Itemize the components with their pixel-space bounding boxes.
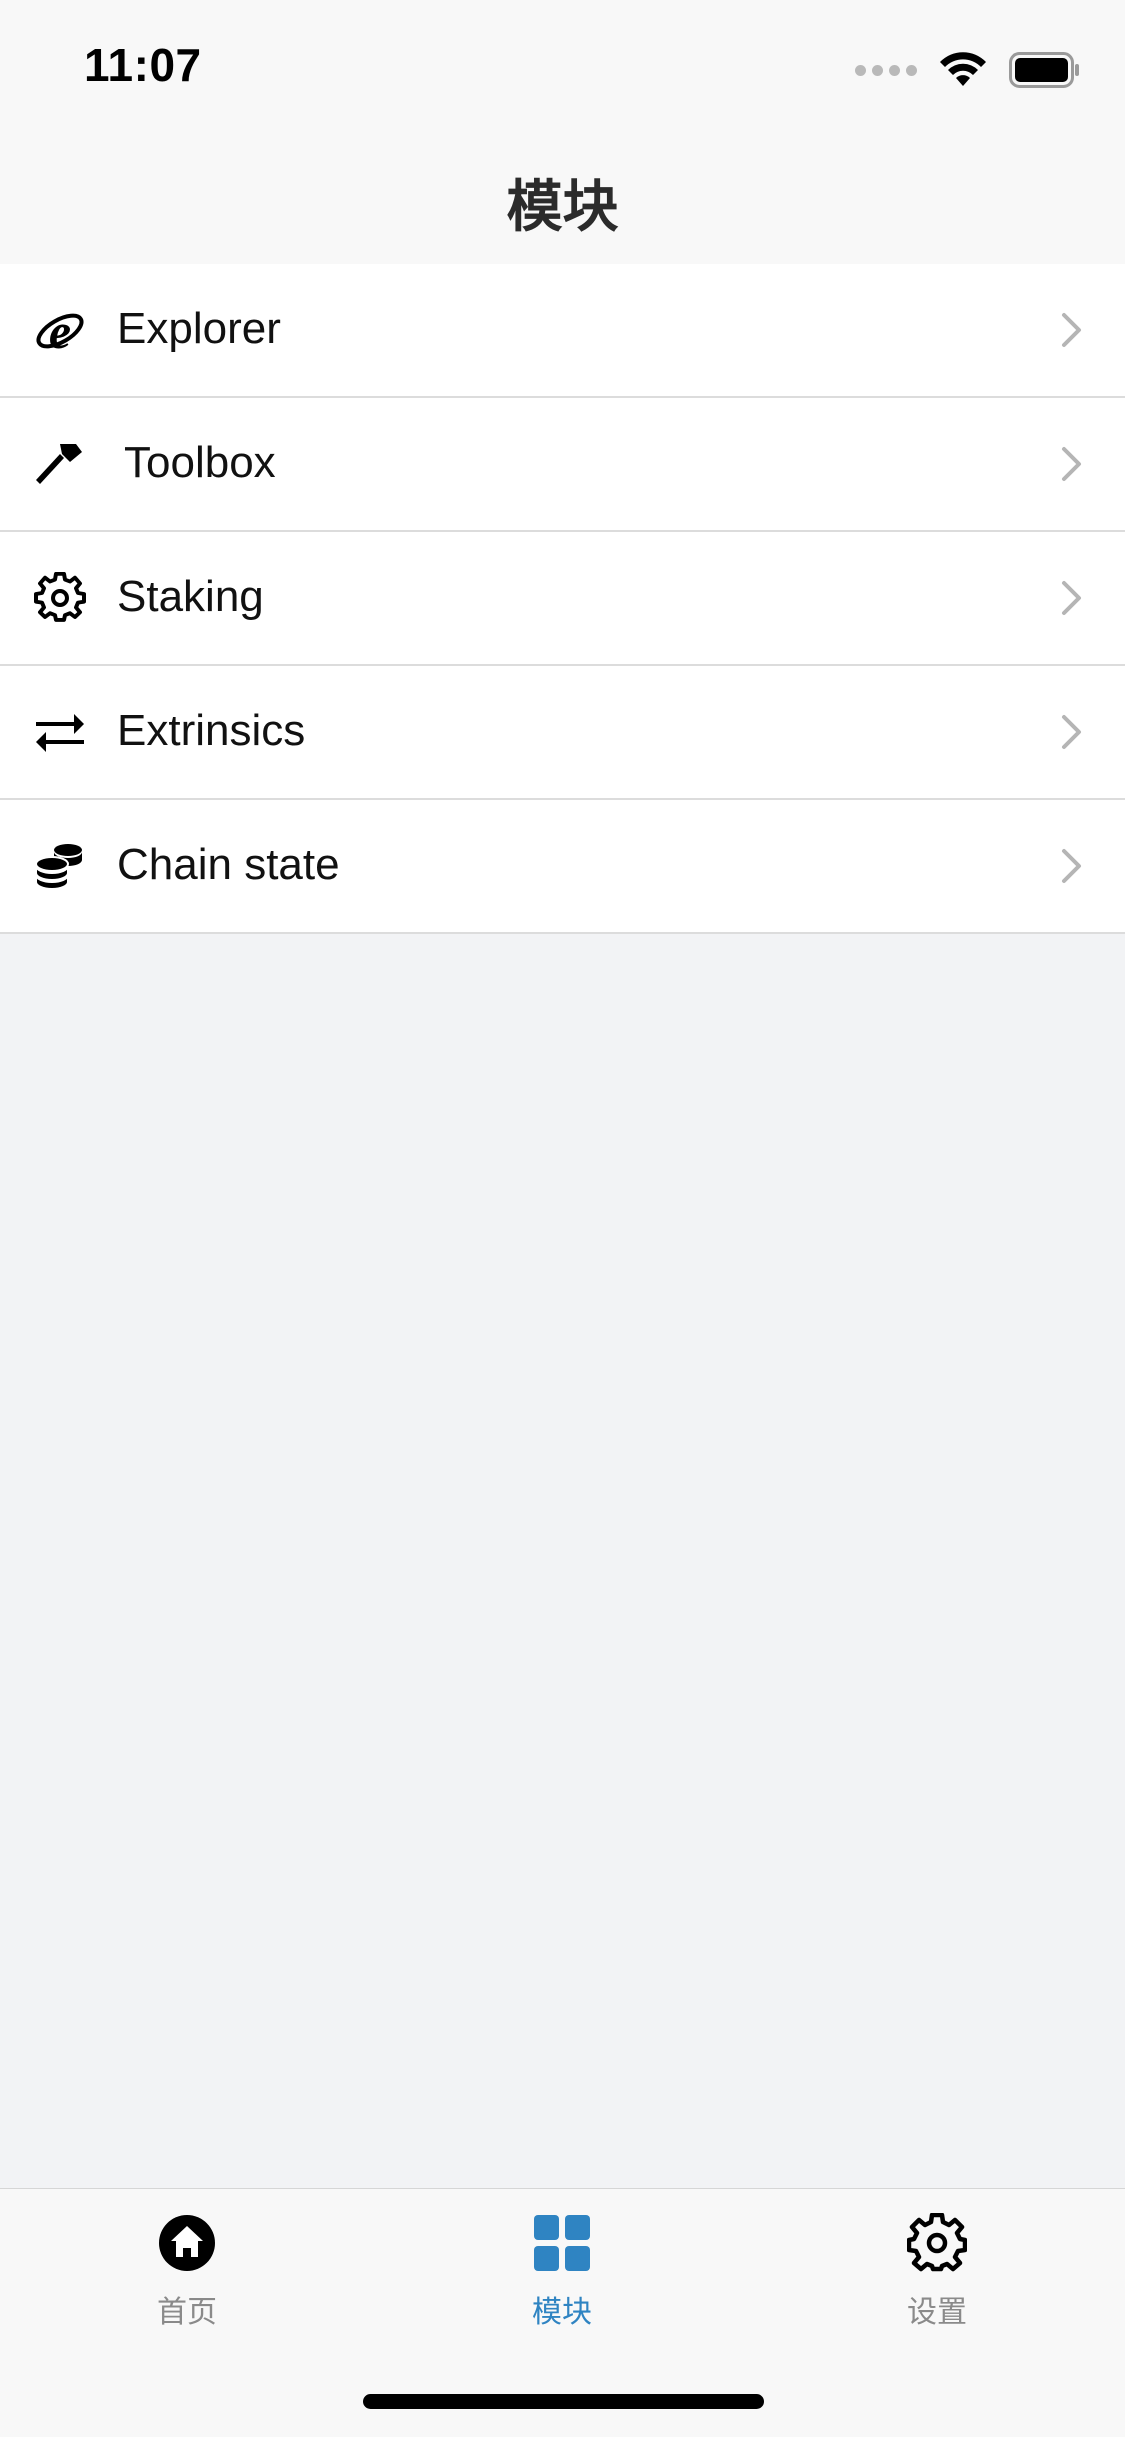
chevron-right-icon [1062,849,1081,883]
exchange-arrows-icon [36,714,84,752]
chevron-right-icon [1062,581,1081,615]
tab-settings[interactable]: 设置 [837,2213,1037,2331]
tab-label: 设置 [907,2296,967,2329]
list-item-staking[interactable]: Staking [0,532,1125,666]
list-item-label: Explorer [117,304,281,353]
home-icon [159,2215,215,2271]
list-item-extrinsics[interactable]: Extrinsics [0,666,1125,800]
battery-icon [1009,52,1079,88]
settings-icon [907,2213,967,2272]
status-bar: 11:07 [0,0,1125,132]
status-time: 11:07 [84,39,202,91]
tab-modules[interactable]: 模块 [462,2213,662,2331]
hammer-icon [36,444,82,484]
chevron-right-icon [1062,715,1081,749]
tab-home[interactable]: 首页 [87,2213,287,2331]
nav-bar: 模块 [0,132,1125,265]
tab-label: 首页 [157,2296,217,2329]
explorer-icon: e [36,304,84,356]
svg-text:e: e [49,304,71,356]
list-item-toolbox[interactable]: Toolbox [0,398,1125,532]
module-list: e Explorer Toolbox Staking Extrinsics Ch… [0,264,1125,934]
page-title: 模块 [506,175,619,238]
coins-stack-icon [35,844,82,890]
list-item-label: Toolbox [124,438,276,487]
status-icons [855,50,1081,90]
grid-icon [534,2215,590,2271]
list-item-label: Chain state [117,840,340,889]
list-item-label: Extrinsics [117,706,306,755]
chevron-right-icon [1062,313,1081,347]
wifi-icon [940,52,986,86]
home-indicator [363,2394,764,2409]
gear-icon [34,572,86,622]
list-item-chain-state[interactable]: Chain state [0,800,1125,934]
list-item-label: Staking [117,572,264,621]
signal-dots-icon [855,64,917,76]
chevron-right-icon [1062,447,1081,481]
tab-label: 模块 [532,2296,592,2329]
list-item-explorer[interactable]: e Explorer [0,264,1125,398]
